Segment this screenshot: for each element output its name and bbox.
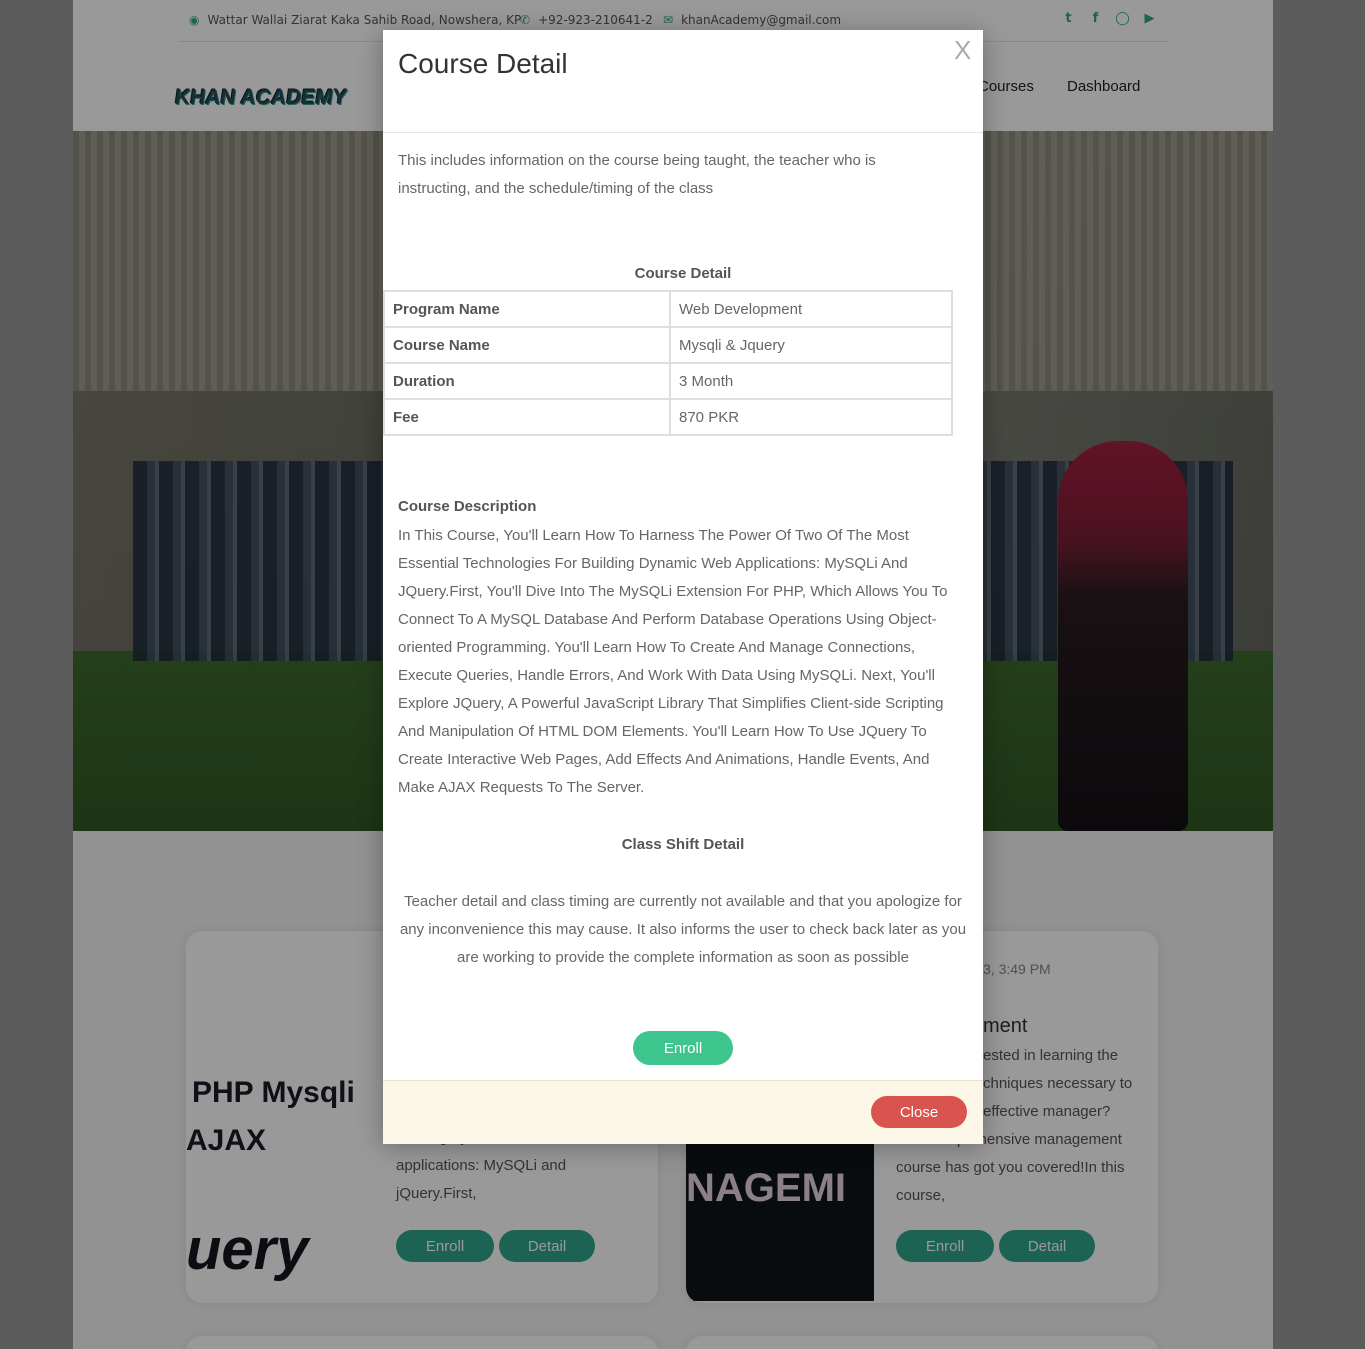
table-value: Web Development: [669, 290, 953, 328]
table-value: Mysqli & Jquery: [669, 326, 953, 364]
shift-detail-text: Teacher detail and class timing are curr…: [399, 893, 967, 966]
table-row: Course Name Mysqli & Jquery: [383, 326, 953, 364]
table-key: Program Name: [383, 290, 671, 328]
table-row: Duration 3 Month: [383, 362, 953, 400]
table-row: Program Name Web Development: [383, 290, 953, 328]
modal-intro-text: This includes information on the course …: [398, 152, 876, 197]
modal-header: Course Detail X: [383, 30, 983, 133]
modal-footer: Close: [383, 1080, 983, 1144]
table-value: 3 Month: [669, 362, 953, 400]
table-value: 870 PKR: [669, 398, 953, 436]
course-detail-modal: Course Detail X This includes informatio…: [383, 30, 983, 1144]
table-row: Fee 870 PKR: [383, 398, 953, 436]
table-key: Duration: [383, 362, 671, 400]
course-detail-table: Program Name Web Development Course Name…: [383, 290, 953, 436]
table-key: Course Name: [383, 326, 671, 364]
close-icon[interactable]: X: [954, 35, 971, 66]
modal-title: Course Detail: [398, 48, 568, 79]
description-heading: Course Description: [398, 498, 537, 515]
table-key: Fee: [383, 398, 671, 436]
course-description: In This Course, You'll Learn How To Harn…: [398, 527, 948, 796]
modal-close-button[interactable]: Close: [871, 1096, 967, 1128]
shift-heading: Class Shift Detail: [621, 836, 745, 853]
modal-enroll-button[interactable]: Enroll: [633, 1031, 733, 1065]
detail-table-caption: Course Detail: [634, 265, 732, 282]
